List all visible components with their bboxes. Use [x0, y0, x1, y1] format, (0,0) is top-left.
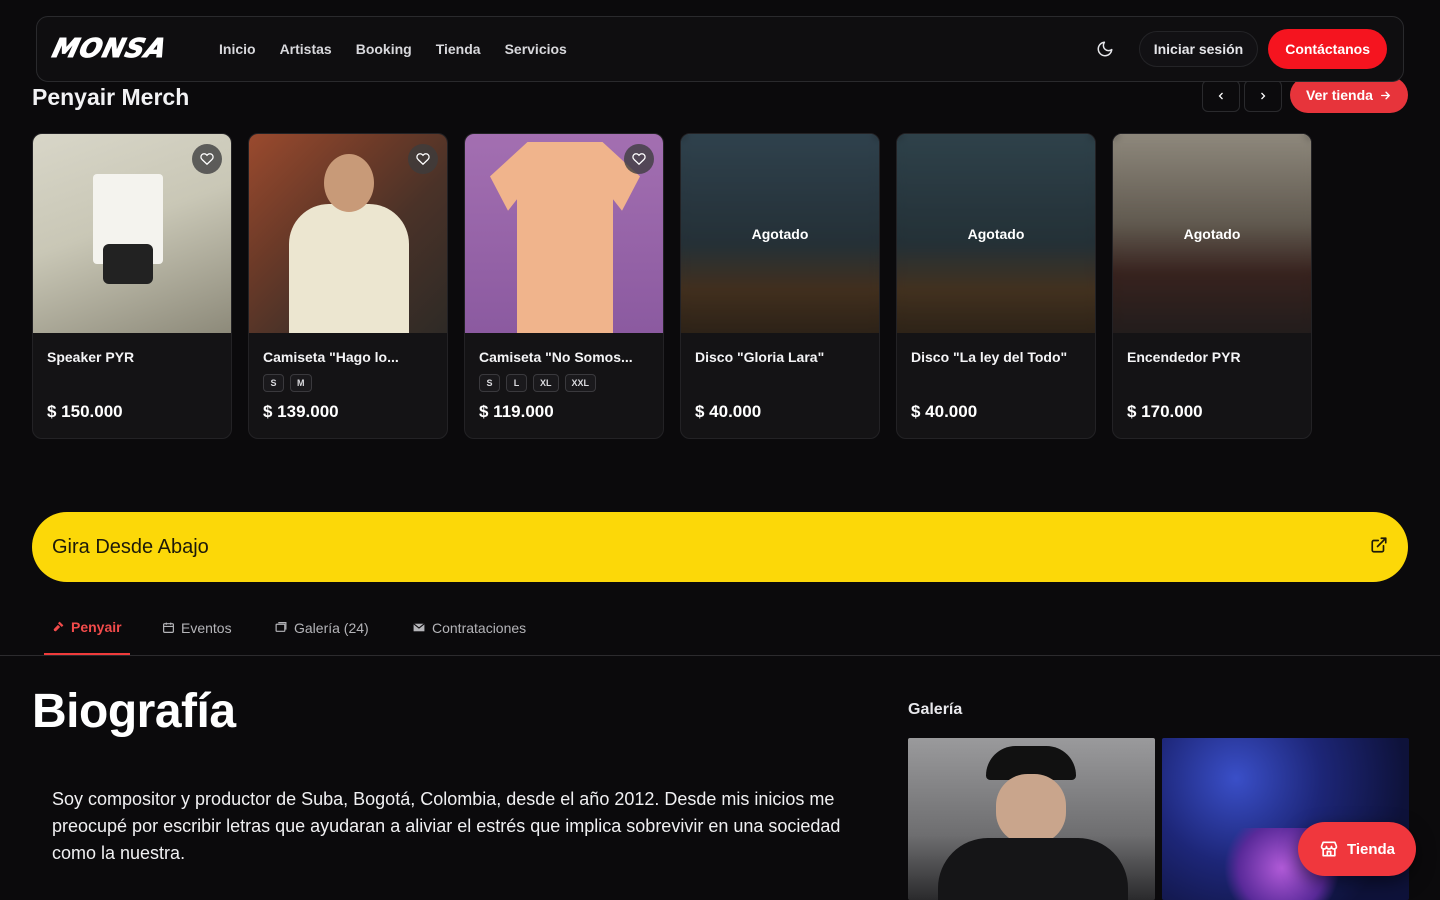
image-icon	[275, 622, 287, 632]
biography-text: Soy compositor y productor de Suba, Bogo…	[52, 789, 841, 863]
tab-galeria[interactable]: Galería (24)	[274, 600, 369, 655]
nav-link-tienda[interactable]: Tienda	[436, 41, 481, 57]
tab-label: Penyair	[71, 618, 122, 635]
store-icon	[1320, 841, 1338, 857]
size-option[interactable]: S	[479, 374, 500, 392]
gallery-title: Galería	[908, 701, 963, 718]
brand-logo[interactable]: MONSA	[49, 34, 203, 65]
nav-link-booking[interactable]: Booking	[356, 41, 412, 57]
login-button[interactable]: Iniciar sesión	[1138, 31, 1259, 67]
biography-title: Biografía	[32, 685, 236, 738]
product-card[interactable]: Camiseta "No Somos... S L XL XXL $ 119.0…	[464, 133, 664, 439]
tab-label: Galería (24)	[294, 619, 369, 636]
tour-banner[interactable]: Gira Desde Abajo	[32, 512, 1408, 582]
product-name: Disco "Gloria Lara"	[695, 349, 825, 365]
sold-out-overlay: Agotado	[897, 134, 1095, 333]
product-card[interactable]: Agotado Disco "Gloria Lara" $ 40.000	[680, 133, 880, 439]
product-name: Camiseta "Hago lo...	[263, 349, 399, 365]
microphone-icon	[53, 621, 64, 632]
theme-toggle-moon-icon[interactable]	[1085, 31, 1125, 67]
floating-shop-button[interactable]: Tienda	[1298, 822, 1416, 876]
size-option[interactable]: L	[506, 374, 527, 392]
favorite-heart-icon[interactable]	[624, 144, 654, 174]
product-card[interactable]: Speaker PYR $ 150.000	[32, 133, 232, 439]
see-store-button[interactable]: Ver tienda	[1290, 77, 1408, 113]
tour-banner-label: Gira Desde Abajo	[52, 535, 209, 558]
gallery-photo[interactable]	[908, 738, 1155, 900]
calendar-icon	[163, 622, 174, 633]
top-navbar: MONSA Inicio Artistas Booking Tienda Ser…	[36, 16, 1404, 82]
product-image: Agotado	[897, 134, 1095, 333]
merch-section-title: Penyair Merch	[32, 84, 190, 110]
product-image	[33, 134, 231, 333]
sold-out-overlay: Agotado	[1113, 134, 1311, 333]
nav-link-artistas[interactable]: Artistas	[280, 41, 332, 57]
product-card[interactable]: Agotado Disco "La ley del Todo" $ 40.000	[896, 133, 1096, 439]
product-name: Speaker PYR	[47, 349, 135, 365]
brand-logo-text: MONSA	[49, 34, 171, 65]
product-price: $ 150.000	[47, 402, 123, 421]
product-card[interactable]: Camiseta "Hago lo... S M $ 139.000	[248, 133, 448, 439]
nav-link-servicios[interactable]: Servicios	[505, 41, 567, 57]
carousel-prev-button[interactable]	[1202, 80, 1240, 112]
sold-out-overlay: Agotado	[681, 134, 879, 333]
nav-actions: Iniciar sesión Contáctanos	[1085, 29, 1387, 69]
contact-button[interactable]: Contáctanos	[1268, 29, 1387, 69]
size-option[interactable]: XL	[533, 374, 559, 392]
external-link-icon[interactable]	[1370, 536, 1388, 559]
favorite-heart-icon[interactable]	[408, 144, 438, 174]
tab-label: Contrataciones	[432, 619, 527, 636]
product-image: Agotado	[681, 134, 879, 333]
product-price: $ 139.000	[263, 402, 339, 421]
product-price: $ 40.000	[911, 402, 978, 421]
nav-links: Inicio Artistas Booking Tienda Servicios	[219, 41, 567, 57]
artist-tabs: Penyair Eventos Galería (24) Contratacio…	[0, 600, 1440, 656]
product-name: Disco "La ley del Todo"	[911, 349, 1068, 365]
product-card[interactable]: Agotado Encendedor PYR $ 170.000	[1112, 133, 1312, 439]
favorite-heart-icon[interactable]	[192, 144, 222, 174]
chevron-right-icon	[1261, 92, 1266, 100]
tab-penyair[interactable]: Penyair	[44, 600, 130, 655]
envelope-icon	[413, 623, 425, 632]
product-price: $ 170.000	[1127, 402, 1203, 421]
tab-contrataciones[interactable]: Contrataciones	[412, 600, 526, 655]
product-image: Agotado	[1113, 134, 1311, 333]
arrow-right-icon	[1380, 91, 1391, 99]
product-price: $ 119.000	[479, 402, 554, 421]
size-option[interactable]: M	[290, 374, 312, 392]
size-options: S L XL XXL	[479, 374, 597, 392]
product-price: $ 40.000	[695, 402, 762, 421]
carousel-next-button[interactable]	[1244, 80, 1282, 112]
see-store-label: Ver tienda	[1306, 87, 1373, 103]
floating-shop-label: Tienda	[1346, 840, 1396, 858]
size-option[interactable]: S	[263, 374, 284, 392]
product-image	[465, 134, 663, 333]
nav-link-inicio[interactable]: Inicio	[219, 41, 256, 57]
size-options: S M	[263, 374, 312, 392]
size-option[interactable]: XXL	[564, 374, 597, 392]
tab-eventos[interactable]: Eventos	[162, 600, 232, 655]
chevron-left-icon	[1218, 92, 1223, 100]
product-image	[249, 134, 447, 333]
product-name: Camiseta "No Somos...	[479, 349, 633, 365]
product-name: Encendedor PYR	[1127, 349, 1241, 365]
tab-label: Eventos	[181, 619, 232, 636]
